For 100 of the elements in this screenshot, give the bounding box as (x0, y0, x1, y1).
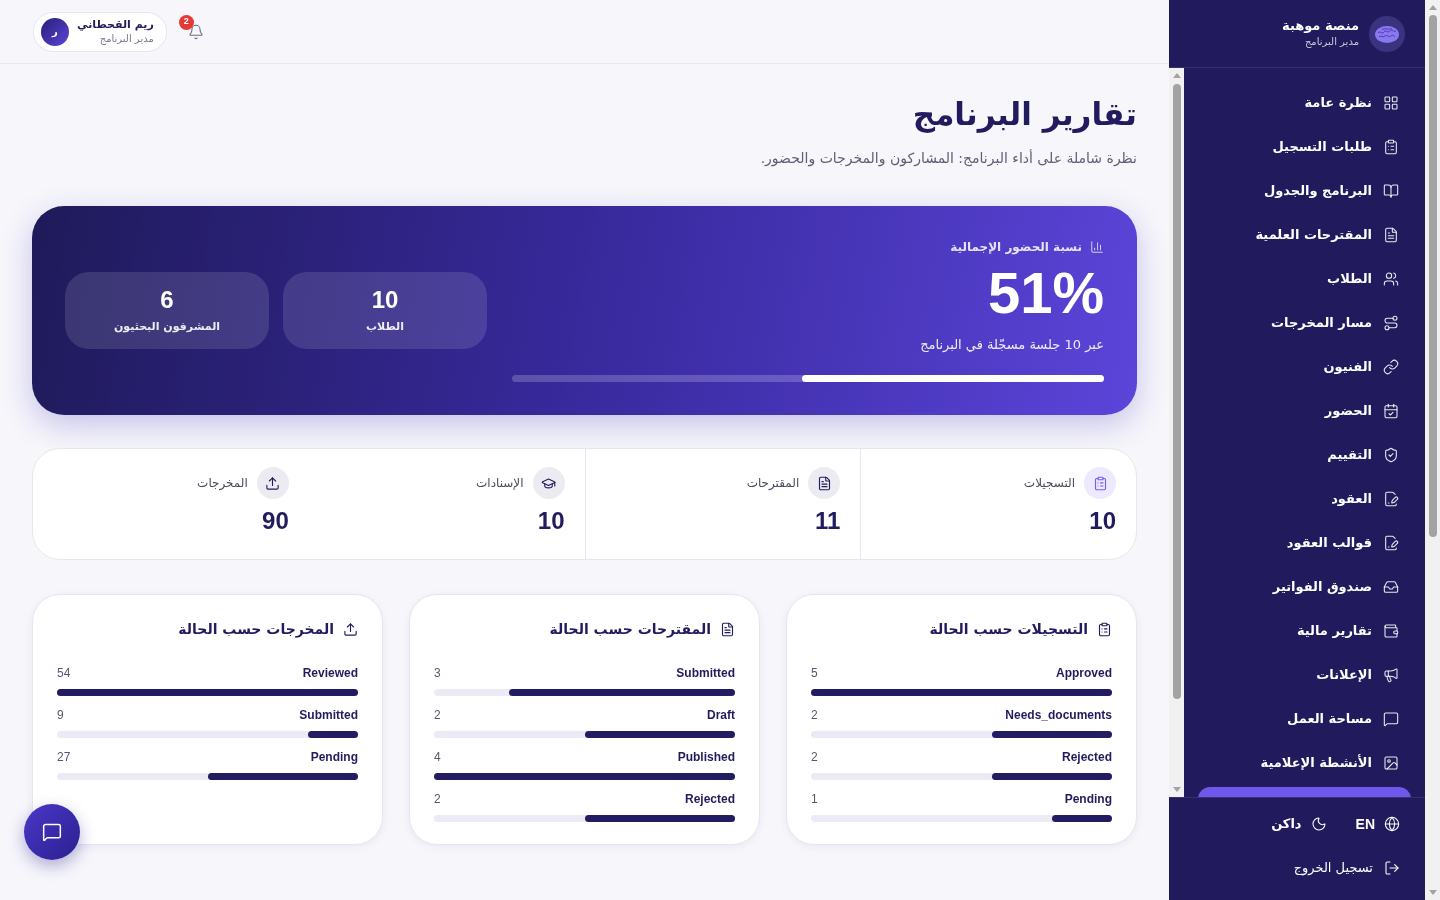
nav-item[interactable]: المقترحات العلمية (1198, 215, 1411, 255)
card-title: المخرجات حسب الحالة (178, 620, 334, 639)
summary-value: 90 (261, 507, 289, 535)
file-pen-icon (1383, 535, 1399, 551)
megaphone-icon (1383, 667, 1399, 683)
status-count: 4 (434, 749, 441, 766)
brand-name: منصة موهبة (1282, 17, 1359, 34)
nav-item[interactable]: مساحة العمل (1198, 699, 1411, 739)
inbox-icon (1383, 579, 1399, 595)
document-icon (720, 621, 735, 637)
notification-badge: 2 (178, 14, 194, 30)
card-title: المقترحات حسب الحالة (549, 620, 711, 639)
status-label: Pending (310, 749, 358, 766)
nav-item[interactable]: الطلاب (1198, 259, 1411, 299)
language-button[interactable]: EN (1355, 813, 1400, 835)
user-avatar: ر (41, 17, 69, 46)
stat-label: المشرفون البحثيون (113, 319, 221, 335)
status-label: Submitted (676, 665, 735, 682)
stat-value: 10 (371, 286, 399, 314)
user-role: مدير البرنامج (98, 31, 154, 46)
nav-item[interactable]: صندوق الفواتير (1198, 567, 1411, 607)
attendance-caption: عبر 10 جلسة مسجّلة في البرنامج (919, 336, 1104, 354)
scroll-up-icon[interactable] (1172, 73, 1181, 78)
brand-role: مدير البرنامج (1303, 34, 1359, 50)
clipboard-icon (1383, 139, 1399, 155)
nav-item[interactable]: البرنامج والجدول (1198, 171, 1411, 211)
bar-chart-icon (1090, 240, 1104, 254)
status-label: Published (677, 749, 735, 766)
summary-value: 10 (536, 507, 565, 535)
status-label: Needs_documents (1005, 707, 1112, 724)
logout-icon (1384, 860, 1400, 876)
user-name: ريم القحطاني (77, 17, 154, 32)
attendance-label: نسبة الحضور الإجمالية (950, 239, 1082, 256)
status-count: 54 (57, 665, 71, 682)
status-count: 2 (811, 749, 818, 766)
nav-item[interactable]: الفنيون (1198, 347, 1411, 387)
nav-item[interactable]: العقود (1198, 479, 1411, 519)
page-title: تقارير البرنامج (911, 95, 1137, 135)
nav-item[interactable]: الإعلانات (1198, 655, 1411, 695)
status-count: 27 (57, 749, 71, 766)
scroll-down-icon[interactable] (1428, 890, 1437, 895)
stat-value: 6 (160, 286, 174, 314)
summary-label: المقترحات (746, 475, 800, 492)
summary-value: 10 (1088, 507, 1116, 535)
status-label: Submitted (299, 707, 358, 724)
bell-icon (187, 23, 204, 40)
status-label: Rejected (1061, 749, 1112, 766)
upload-icon (343, 621, 358, 637)
summary-label: المخرجات (197, 475, 248, 492)
globe-icon (1384, 816, 1400, 832)
status-label: Approved (1056, 665, 1112, 682)
nav-item[interactable]: قوالب العقود (1198, 523, 1411, 563)
status-count: 3 (434, 665, 441, 682)
calendar-check-icon (1383, 403, 1399, 419)
summary-label: التسجيلات (1023, 475, 1075, 492)
nav-item[interactable]: الأنشطة الإعلامية (1198, 743, 1411, 783)
page-subtitle: نظرة شاملة على أداء البرنامج: المشاركون والمخرجات والحضور. (759, 148, 1137, 169)
nav-item[interactable]: نظرة عامة (1198, 83, 1411, 123)
theme-button[interactable]: داكن (1271, 814, 1327, 834)
status-label: Pending (1064, 791, 1112, 808)
card-title: التسجيلات حسب الحالة (929, 620, 1088, 639)
summary-label: الإسنادات (476, 475, 524, 492)
status-count: 5 (811, 665, 818, 682)
status-label: Draft (707, 707, 735, 724)
nav-item[interactable]: تقارير مالية (1198, 611, 1411, 651)
nav-item[interactable]: الحضور (1198, 391, 1411, 431)
scrollbar[interactable] (1425, 0, 1440, 900)
logout-button[interactable]: تسجيل الخروج (1293, 858, 1400, 878)
shield-check-icon (1383, 447, 1399, 463)
scroll-up-icon[interactable] (1428, 5, 1437, 10)
attendance-value: 51% (986, 263, 1104, 323)
status-count: 1 (811, 791, 818, 808)
status-count: 2 (434, 707, 441, 724)
status-count: 2 (434, 791, 441, 808)
scroll-down-icon[interactable] (1172, 787, 1181, 792)
image-icon (1383, 755, 1399, 771)
grid-icon (1383, 95, 1399, 111)
status-label: Reviewed (302, 665, 358, 682)
users-icon (1383, 271, 1399, 287)
wallet-icon (1383, 623, 1399, 639)
summary-value: 11 (813, 507, 841, 535)
moon-icon (1310, 816, 1327, 832)
notifications-button[interactable] (187, 23, 204, 40)
chat-button[interactable] (24, 804, 80, 860)
nav-item[interactable]: التقييم (1198, 435, 1411, 475)
status-count: 9 (57, 707, 64, 724)
stat-label: الطلاب (366, 319, 404, 335)
nav-item[interactable]: مسار المخرجات (1198, 303, 1411, 343)
scrollbar-thumb[interactable] (1428, 15, 1437, 537)
route-icon (1383, 315, 1399, 331)
document-icon (1383, 227, 1399, 243)
status-count: 2 (811, 707, 818, 724)
nav-item[interactable]: طلبات التسجيل (1198, 127, 1411, 167)
logo-icon (1369, 15, 1405, 52)
scrollbar[interactable] (1169, 68, 1184, 797)
chat-icon (42, 822, 62, 842)
link-icon (1383, 359, 1399, 375)
message-icon (1383, 711, 1399, 727)
scrollbar-thumb[interactable] (1172, 84, 1181, 699)
book-icon (1383, 183, 1399, 199)
